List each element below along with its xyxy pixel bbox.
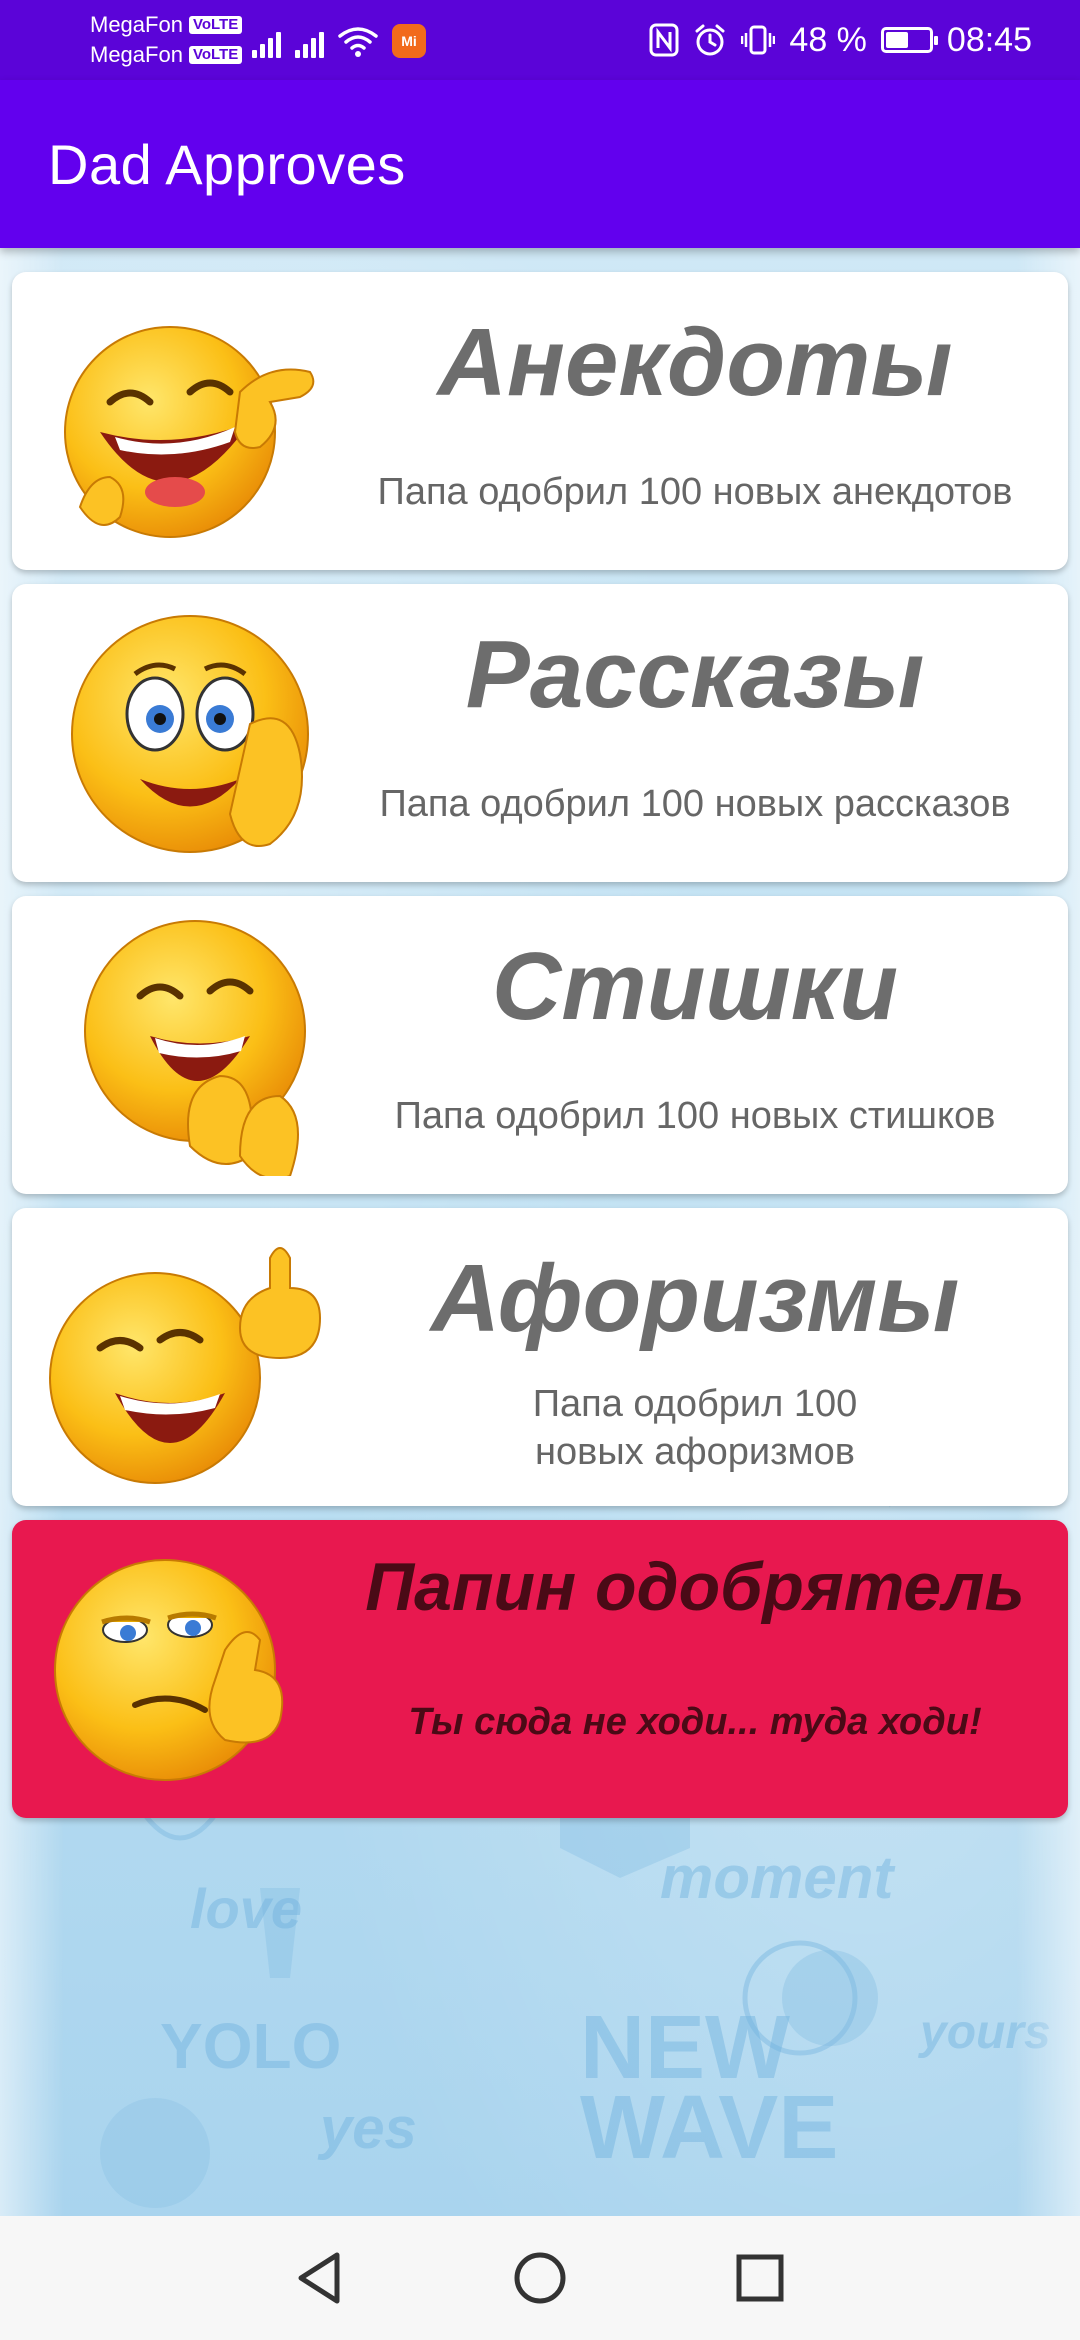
smug-thumbs-emoji-icon [54,1559,284,1781]
back-button[interactable] [280,2238,360,2318]
card-poems[interactable]: Стишки Папа одобрил 100 новых стишков [12,896,1068,1194]
card-poems-text: Стишки Папа одобрил 100 новых стишков [332,896,1058,1194]
card-subtitle: Папа одобрил 100 новых афоризмов [532,1383,858,1473]
card-title: Афоризмы [430,1245,960,1352]
signal-2-icon [295,28,324,58]
card-title: Папин одобрятель [365,1549,1025,1625]
surprised-whisper-emoji-icon [71,615,309,853]
status-bar: MegaFon VoLTE MegaFon VoLTE Mi 48 % 08:4… [0,0,1080,80]
app-bar: Dad Approves [0,80,1080,248]
carrier-2-label: MegaFon [90,42,183,67]
svg-text:YOLO: YOLO [160,2010,341,2082]
battery-icon [880,27,938,53]
home-icon [514,2252,566,2304]
notification-app-icon: Mi [392,24,426,58]
card-aphorisms[interactable]: Афоризмы Папа одобрил 100 новых афоризмо… [12,1208,1068,1506]
status-right-group: 48 % 08:45 [649,18,1032,62]
wifi-icon [338,27,378,57]
notification-app-label: Mi [401,33,417,49]
svg-text:moment: moment [660,1844,896,1911]
carrier-1-label: MegaFon [90,12,183,37]
card-dad-approver-text: Папин одобрятель Ты сюда не ходи... туда… [332,1520,1058,1818]
battery-level-fill [885,32,908,48]
network-icons: Mi [252,22,426,58]
card-subtitle: Ты сюда не ходи... туда ходи! [408,1701,982,1743]
clock: 08:45 [946,20,1032,59]
card-subtitle: Папа одобрил 100 новых стишков [394,1095,996,1137]
card-subtitle: Папа одобрил 100 новых анекдотов [377,471,1013,513]
system-navigation-bar [0,2216,1080,2340]
volte-badge-2: VoLTE [188,46,243,64]
card-jokes[interactable]: Анекдоты Папа одобрил 100 новых анекдото… [12,272,1068,570]
volte-badge-1: VoLTE [188,16,243,34]
back-icon [298,2252,340,2304]
card-subtitle: Папа одобрил 100 новых рассказов [379,783,1011,825]
laughing-clapping-emoji-icon [84,920,306,1176]
card-title: Стишки [492,933,898,1040]
card-title: Анекдоты [437,309,953,416]
nfc-icon [649,23,679,57]
card-stories[interactable]: Рассказы Папа одобрил 100 новых рассказо… [12,584,1068,882]
card-title: Рассказы [465,621,925,728]
signal-1-icon [252,28,281,58]
card-stories-text: Рассказы Папа одобрил 100 новых рассказо… [332,584,1058,882]
card-jokes-text: Анекдоты Папа одобрил 100 новых анекдото… [332,272,1058,570]
laughing-pointing-emoji-icon [64,326,315,538]
svg-text:yours: yours [918,2006,1051,2059]
svg-text:love: love [190,1877,302,1940]
battery-percent: 48 % [789,20,867,59]
svg-text:yes: yes [317,2096,417,2161]
card-dad-approver[interactable]: Папин одобрятель Ты сюда не ходи... туда… [12,1520,1068,1818]
card-aphorisms-text: Афоризмы Папа одобрил 100 новых афоризмо… [332,1208,1058,1506]
alarm-icon [695,24,725,56]
recents-icon [736,2254,784,2302]
svg-text:WAVE: WAVE [580,2078,838,2178]
laughing-thumbs-emoji-icon [49,1247,322,1484]
recents-button[interactable] [720,2238,800,2318]
home-button[interactable] [500,2238,580,2318]
app-title: Dad Approves [48,132,406,196]
carrier-info: MegaFon VoLTE MegaFon VoLTE [90,10,243,70]
vibrate-icon [741,25,776,55]
